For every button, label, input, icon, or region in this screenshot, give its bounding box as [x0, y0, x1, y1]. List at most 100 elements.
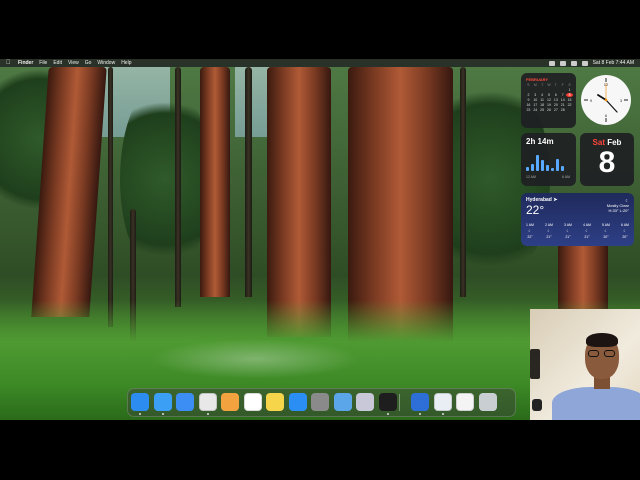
- photos-icon[interactable]: [221, 393, 239, 411]
- screenshot-icon[interactable]: [433, 393, 452, 411]
- control-center-icon[interactable]: [581, 60, 588, 66]
- calendar-grid: S M T W T F S 1 2 3 4 5 6 7 8 9 10 11 12 13 14 15 16 17 18 19 20 21…: [525, 83, 573, 112]
- microphone-icon: [532, 399, 542, 411]
- screen-time-bar: [536, 155, 539, 171]
- screen-time-bar: [556, 159, 559, 171]
- mail-icon[interactable]: [176, 393, 194, 411]
- wifi-icon[interactable]: [559, 60, 566, 66]
- calendar-day: 23: [526, 108, 531, 112]
- weather-hi-lo: H:33° L:20°: [608, 208, 629, 213]
- menu-help[interactable]: Help: [121, 59, 131, 67]
- svg-text:3: 3: [620, 98, 623, 103]
- running-indicator: [386, 413, 389, 415]
- menu-file[interactable]: File: [39, 59, 47, 67]
- calendar-day: 21: [560, 103, 565, 107]
- calendar-day: 22: [567, 103, 572, 107]
- calendar-icon[interactable]: [243, 393, 262, 411]
- chrome-icon[interactable]: [198, 393, 217, 411]
- weather-hour-temp: 20°: [603, 235, 609, 239]
- weather-condition-block: ☾ Mostly Clear H:33° L:20°: [607, 198, 629, 213]
- weather-widget[interactable]: Hyderabad ➤ 22° ☾ Mostly Clear H:33° L:2…: [521, 193, 634, 246]
- weather-hour-temp: 21°: [584, 235, 590, 239]
- glasses-icon: [588, 350, 616, 357]
- running-indicator: [441, 413, 444, 415]
- weather-hour-temp: 20°: [622, 235, 628, 239]
- menu-go[interactable]: Go: [85, 59, 92, 67]
- screen-time-bar: [541, 160, 544, 171]
- calendar-day: 16: [526, 103, 531, 107]
- calendar-weekday: M: [533, 83, 537, 87]
- calendar-weekday: T: [541, 83, 544, 87]
- calendar-day: 15: [567, 98, 572, 102]
- calendar-weekday: S: [568, 83, 571, 87]
- calendar-day: 27: [553, 108, 558, 112]
- screen-time-value: 2h 14m: [526, 137, 554, 146]
- quicktime-icon[interactable]: [411, 393, 429, 411]
- menu-window[interactable]: Window: [97, 59, 115, 67]
- calendar-day: 3: [534, 93, 537, 97]
- calendar-day: [566, 108, 573, 112]
- weather-hour-temp: 21°: [565, 235, 571, 239]
- preview-icon[interactable]: [333, 393, 352, 411]
- running-indicator: [139, 413, 141, 415]
- menu-list: Finder File Edit View Go Window Help: [18, 59, 131, 67]
- weather-hour: 3 AM ☾ 21°: [564, 222, 572, 240]
- calendar-day: 12: [547, 98, 551, 102]
- calendar-widget[interactable]: FEBRUARY S M T W T F S 1 2 3 4 5 6 7 8 9 10 11 12 13 14 15 16 1…: [521, 73, 576, 128]
- weather-hourly: 1 AM ☾ 22° 2 AM ☾ 21° 3 AM ☾ 21° 4 AM ☾ 21° 5 AM ☾ 20°…: [526, 222, 629, 240]
- calendar-day: [525, 88, 532, 92]
- terminal-icon[interactable]: [378, 393, 397, 411]
- date-widget[interactable]: Sat Feb 8: [580, 133, 634, 186]
- apple-menu-icon[interactable]: : [6, 59, 11, 67]
- calendar-weekday: T: [554, 83, 557, 87]
- calendar-day: [539, 88, 546, 92]
- calendar-day: 7: [561, 93, 564, 97]
- menubar-clock[interactable]: Sat 8 Feb 7:44 AM: [593, 59, 634, 67]
- webcam-person-shirt: [552, 387, 640, 420]
- menu-finder[interactable]: Finder: [18, 59, 33, 67]
- menu-view[interactable]: View: [68, 59, 79, 67]
- safari-icon[interactable]: [153, 393, 172, 411]
- mist: [150, 339, 360, 379]
- finder-icon[interactable]: [131, 393, 149, 411]
- calendar-day: 19: [547, 103, 551, 107]
- app-store-icon[interactable]: [288, 393, 307, 411]
- dock-separator: [399, 394, 400, 411]
- calendar-day: [532, 88, 539, 92]
- notes-icon[interactable]: [266, 393, 284, 411]
- calendar-day: 10: [533, 98, 538, 102]
- settings-icon[interactable]: [311, 393, 329, 411]
- weather-hour-temp: 21°: [546, 235, 552, 239]
- screen-time-widget[interactable]: 2h 14m 12 AM 6 AM: [521, 133, 576, 186]
- calendar-day: 9: [527, 98, 530, 102]
- weather-hour: 2 AM ☾ 21°: [545, 222, 553, 240]
- calendar-day: 2: [527, 93, 530, 97]
- webcam-person-hair: [586, 333, 618, 347]
- tree-trunk: [245, 67, 252, 297]
- menu-edit[interactable]: Edit: [53, 59, 62, 67]
- battery-icon[interactable]: [548, 60, 555, 66]
- webcam-overlay: [530, 309, 640, 420]
- calendar-weekday: F: [561, 83, 564, 87]
- weather-hour-temp: 22°: [527, 235, 533, 239]
- svg-text:12: 12: [604, 82, 609, 87]
- calendar-day: 1: [568, 88, 571, 92]
- search-icon[interactable]: [570, 60, 577, 66]
- launchpad-icon[interactable]: [356, 393, 374, 411]
- calendar-day: 11: [540, 98, 544, 102]
- trash-icon[interactable]: [478, 393, 497, 411]
- desktop[interactable]:  Finder File Edit View Go Window Help Sat 8 F…: [0, 59, 640, 420]
- clock-widget[interactable]: 12 3 6 9: [579, 73, 634, 128]
- calendar-day: 18: [540, 103, 545, 107]
- tree-trunk: [108, 67, 113, 327]
- redwood-trunk: [200, 67, 230, 297]
- calendar-day: 4: [541, 93, 544, 97]
- textedit-icon[interactable]: [456, 393, 474, 411]
- svg-text:9: 9: [590, 98, 593, 103]
- weather-hour: 1 AM ☾ 22°: [526, 222, 534, 240]
- running-indicator: [161, 413, 164, 415]
- webcam-lamp: [530, 349, 540, 379]
- calendar-day: 26: [547, 108, 551, 112]
- calendar-day: 28: [560, 108, 565, 112]
- screen-time-bar: [526, 167, 529, 171]
